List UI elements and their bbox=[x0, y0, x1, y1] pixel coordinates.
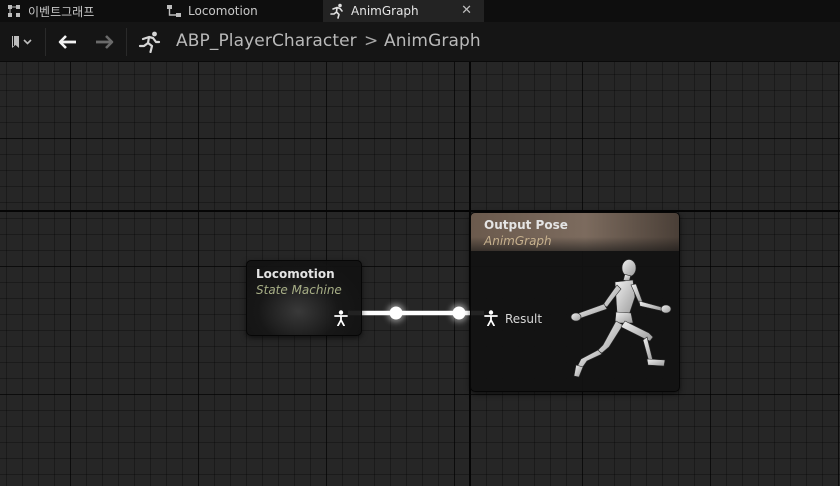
breadcrumb-asset[interactable]: ABP_PlayerCharacter bbox=[176, 31, 357, 51]
tab-event-graph[interactable]: 이벤트그래프 bbox=[6, 0, 156, 22]
arrow-right-icon bbox=[96, 35, 114, 49]
wire-flow-bubble bbox=[450, 304, 468, 322]
tab-locomotion[interactable]: Locomotion bbox=[166, 0, 322, 22]
pose-output-pin[interactable] bbox=[334, 310, 348, 330]
pose-pin-icon bbox=[334, 310, 348, 327]
bookmark-icon bbox=[12, 36, 32, 48]
locomotion-state-machine-node[interactable]: Locomotion State Machine bbox=[246, 260, 362, 336]
pose-pin-icon bbox=[484, 310, 498, 327]
result-pin-label: Result bbox=[505, 312, 543, 326]
node-subtitle: AnimGraph bbox=[484, 234, 552, 248]
origin-axis-horizontal bbox=[0, 210, 840, 212]
tab-animgraph[interactable]: AnimGraph ✕ bbox=[323, 0, 484, 22]
graph-canvas[interactable]: Locomotion State Machine Output Pose Ani… bbox=[0, 62, 840, 486]
result-input-pin[interactable] bbox=[484, 310, 498, 330]
wire-flow-bubble bbox=[452, 306, 466, 320]
running-figure-icon bbox=[138, 31, 161, 53]
node-subtitle: State Machine bbox=[256, 283, 342, 297]
toolbar-divider bbox=[126, 28, 127, 56]
tab-label: Locomotion bbox=[188, 4, 258, 18]
bookmark-dropdown-button[interactable] bbox=[6, 30, 40, 54]
tab-label: 이벤트그래프 bbox=[28, 4, 95, 19]
breadcrumb-separator: > bbox=[364, 31, 379, 51]
wire-flow-bubble bbox=[389, 306, 403, 320]
running-figure-icon bbox=[329, 3, 345, 19]
arrow-left-icon bbox=[58, 35, 76, 49]
back-button[interactable] bbox=[54, 30, 80, 54]
toolbar-divider bbox=[45, 28, 46, 56]
state-machine-icon bbox=[166, 3, 182, 19]
wire-flow-bubble bbox=[387, 304, 405, 322]
output-pose-node[interactable]: Output Pose AnimGraph Result bbox=[470, 212, 680, 392]
node-title: Locomotion bbox=[256, 267, 335, 281]
tab-label: AnimGraph bbox=[351, 4, 419, 18]
pose-wire bbox=[348, 304, 484, 322]
document-tab-bar: 이벤트그래프 Locomotion AnimGraph ✕ bbox=[0, 0, 840, 22]
running-mannequin-icon bbox=[567, 255, 679, 391]
node-title: Output Pose bbox=[484, 218, 568, 232]
close-tab-button[interactable]: ✕ bbox=[461, 3, 472, 19]
breadcrumb-graph[interactable]: AnimGraph bbox=[384, 31, 481, 51]
forward-button[interactable] bbox=[92, 30, 118, 54]
anim-graph-asset-icon-container bbox=[136, 30, 164, 54]
event-graph-icon bbox=[6, 3, 22, 19]
graph-toolbar: ABP_PlayerCharacter > AnimGraph bbox=[0, 22, 840, 62]
